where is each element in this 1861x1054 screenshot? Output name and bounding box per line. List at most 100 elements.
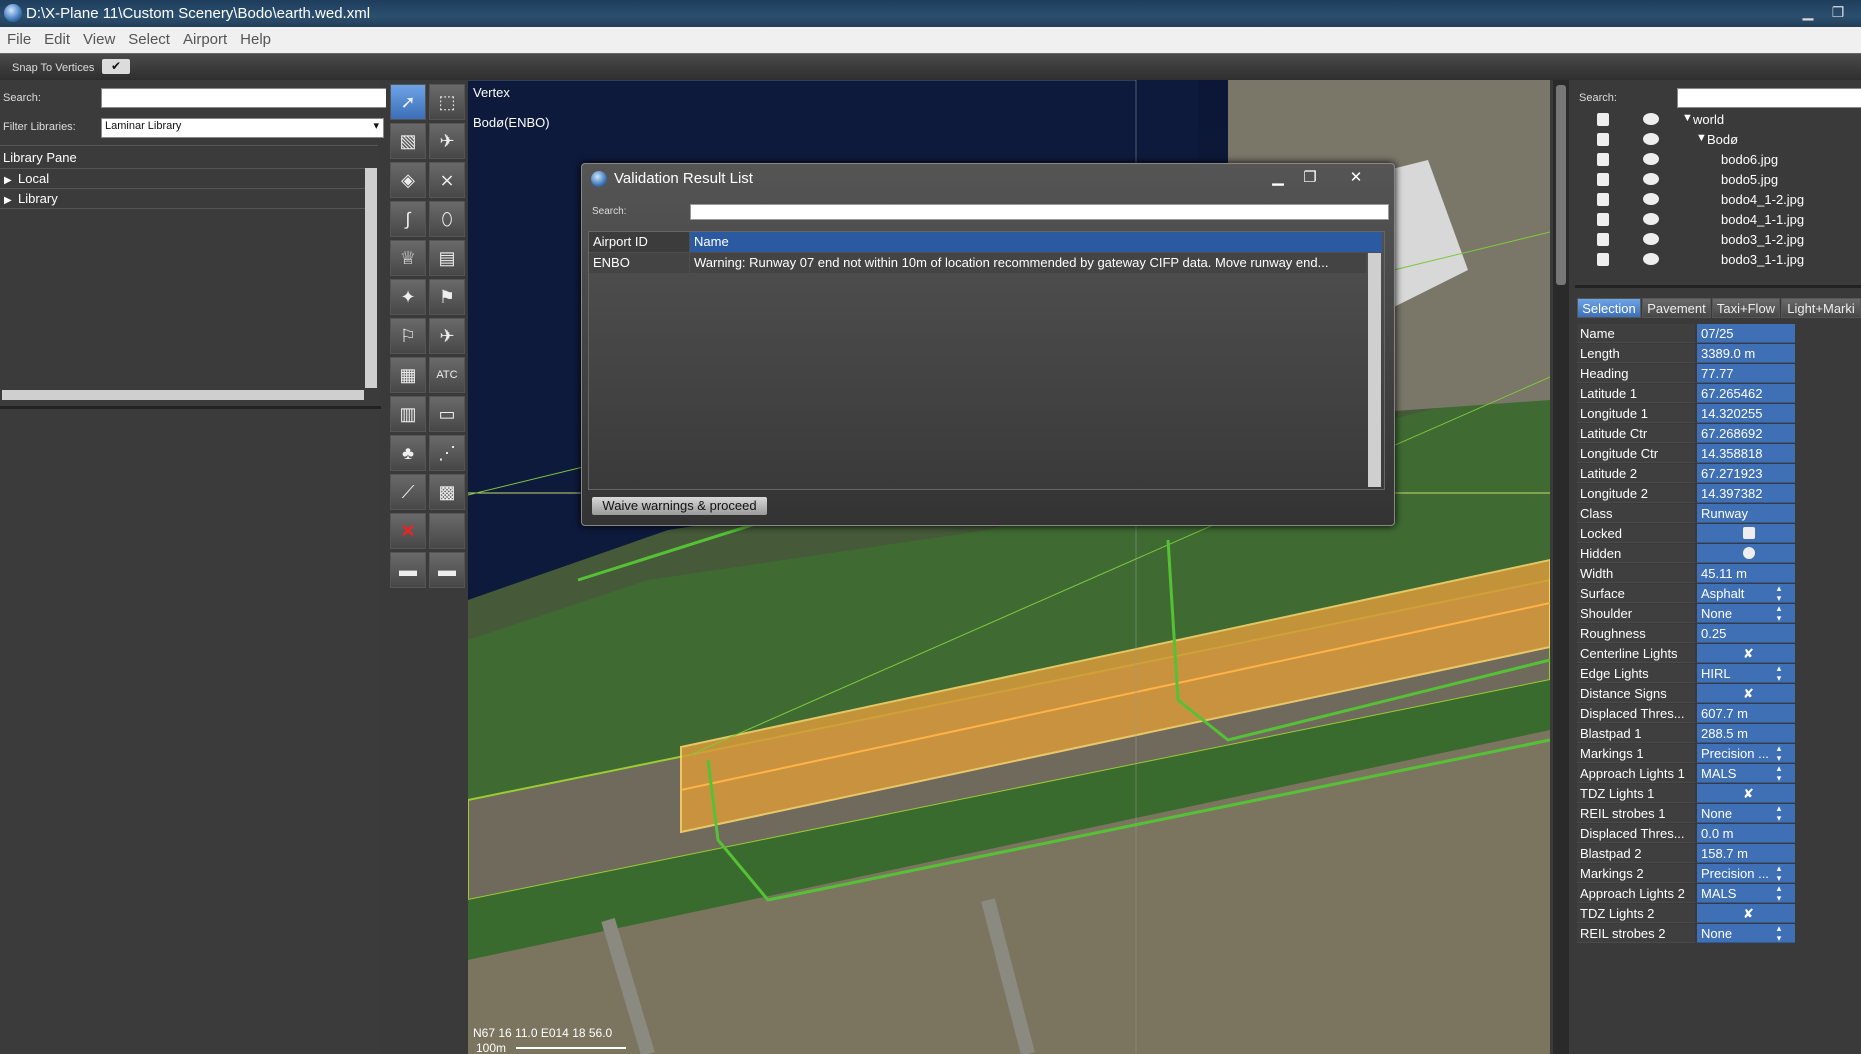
runway-icon[interactable]: ▧ xyxy=(390,123,426,159)
property-value[interactable]: 158.7 m xyxy=(1697,844,1795,863)
marquee-icon[interactable]: ⬚ xyxy=(429,84,465,120)
dialog-close-icon[interactable]: ✕ xyxy=(1342,168,1370,188)
property-value[interactable]: 07/25 xyxy=(1697,324,1795,343)
lock-icon[interactable] xyxy=(1597,253,1609,266)
lock-icon[interactable] xyxy=(1597,213,1609,226)
property-value[interactable]: 45.11 m xyxy=(1697,564,1795,583)
menu-select[interactable]: Select xyxy=(121,27,176,48)
col-header-airport-id[interactable]: Airport ID xyxy=(589,232,689,252)
property-value[interactable]: 14.397382 xyxy=(1697,484,1795,503)
property-value[interactable]: ✘ xyxy=(1697,784,1795,803)
lock-icon[interactable] xyxy=(1597,153,1609,166)
spinner-icon[interactable]: ▴▾ xyxy=(1770,884,1789,902)
taxi-route-icon[interactable]: ∫ xyxy=(390,201,426,237)
property-value[interactable]: 14.320255 xyxy=(1697,404,1795,423)
property-value[interactable]: HIRL ▴▾ xyxy=(1697,664,1795,683)
tab-light-markings[interactable]: Light+Marki xyxy=(1781,298,1861,318)
minimize-icon[interactable]: ▁ xyxy=(1796,2,1820,22)
dialog-maximize-icon[interactable]: ❐ xyxy=(1298,168,1322,188)
startup-icon[interactable]: ✈ xyxy=(429,318,465,354)
layer-row[interactable]: bodo6.jpg xyxy=(1575,150,1857,170)
layer-row[interactable]: bodo3_1-1.jpg xyxy=(1575,250,1857,270)
truck-icon[interactable]: ▬ xyxy=(390,552,426,588)
tree-item-library[interactable]: ▶ Library xyxy=(4,191,58,206)
layer-row[interactable]: bodo4_1-2.jpg xyxy=(1575,190,1857,210)
layer-row[interactable]: ▼ world xyxy=(1575,110,1857,130)
ramp-icon[interactable]: ⨯ xyxy=(429,162,465,198)
sign-icon[interactable]: ▤ xyxy=(429,240,465,276)
menu-edit[interactable]: Edit xyxy=(37,27,76,48)
property-value[interactable]: 288.5 m xyxy=(1697,724,1795,743)
dialog-search-input[interactable] xyxy=(690,204,1389,220)
maximize-icon[interactable]: ❐ xyxy=(1826,2,1850,22)
property-value[interactable]: 607.7 m xyxy=(1697,704,1795,723)
tower-icon[interactable]: ⚐ xyxy=(390,318,426,354)
lock-icon[interactable] xyxy=(1597,193,1609,206)
forest-icon[interactable]: ♣ xyxy=(390,435,426,471)
table-vscrollbar[interactable] xyxy=(1368,253,1381,487)
taxiway-icon[interactable]: ◈ xyxy=(390,162,426,198)
eye-icon[interactable] xyxy=(1643,113,1659,125)
property-value[interactable]: None ▴▾ xyxy=(1697,604,1795,623)
layer-row[interactable]: bodo3_1-2.jpg xyxy=(1575,230,1857,250)
property-value[interactable]: 0.0 m xyxy=(1697,824,1795,843)
cell-name[interactable]: Warning: Runway 07 end not within 10m of… xyxy=(690,253,1366,273)
expand-arrow-icon[interactable]: ▼ xyxy=(1696,132,1707,144)
facade-icon[interactable]: ▦ xyxy=(390,357,426,393)
menu-view[interactable]: View xyxy=(76,27,121,48)
spinner-icon[interactable]: ▴▾ xyxy=(1770,744,1789,762)
atc-icon[interactable]: ATC xyxy=(429,357,465,393)
layers-search-input[interactable] xyxy=(1677,88,1861,108)
scroll-thumb[interactable] xyxy=(1556,85,1566,285)
string-icon[interactable]: ⋰ xyxy=(429,435,465,471)
eye-icon[interactable] xyxy=(1643,153,1659,165)
property-value[interactable]: Precision ... ▴▾ xyxy=(1697,744,1795,763)
waive-warnings-button[interactable]: Waive warnings & proceed xyxy=(592,497,767,515)
property-value[interactable]: Asphalt ▴▾ xyxy=(1697,584,1795,603)
layer-row[interactable]: bodo5.jpg xyxy=(1575,170,1857,190)
menu-file[interactable]: File xyxy=(0,27,37,48)
helipad-icon[interactable]: ✈ xyxy=(429,123,465,159)
windsock-icon[interactable]: ⚑ xyxy=(429,279,465,315)
library-search-input[interactable] xyxy=(101,88,387,108)
lock-icon[interactable] xyxy=(1597,173,1609,186)
blank-icon[interactable] xyxy=(429,513,465,549)
property-value[interactable]: MALS ▴▾ xyxy=(1697,764,1795,783)
boundary-icon[interactable]: ⬯ xyxy=(429,201,465,237)
eye-icon[interactable] xyxy=(1643,213,1659,225)
eye-icon[interactable] xyxy=(1743,547,1755,559)
lock-icon[interactable] xyxy=(1597,113,1609,126)
eye-icon[interactable] xyxy=(1643,233,1659,245)
property-value[interactable]: 14.358818 xyxy=(1697,444,1795,463)
vertex-select-icon[interactable]: ➚ xyxy=(390,84,426,120)
tab-pavement[interactable]: Pavement xyxy=(1642,298,1711,318)
property-value[interactable]: ✘ xyxy=(1697,684,1795,703)
spinner-icon[interactable]: ▴▾ xyxy=(1770,584,1789,602)
menu-airport[interactable]: Airport xyxy=(176,27,233,48)
property-value[interactable] xyxy=(1697,524,1795,543)
property-value[interactable]: 67.265462 xyxy=(1697,384,1795,403)
col-header-name[interactable]: Name xyxy=(690,232,1382,252)
lock-icon[interactable] xyxy=(1743,527,1755,539)
tab-taxi-flow[interactable]: Taxi+Flow xyxy=(1712,298,1780,318)
property-value[interactable]: 0.25 xyxy=(1697,624,1795,643)
eye-icon[interactable] xyxy=(1643,193,1659,205)
snap-checkbox[interactable]: ✔ xyxy=(102,59,130,74)
expand-arrow-icon[interactable]: ▶ xyxy=(4,175,18,186)
polygon-icon[interactable]: ▭ xyxy=(429,396,465,432)
filter-libraries-select[interactable]: Laminar Library ▾ xyxy=(101,118,384,138)
property-value[interactable]: Precision ... ▴▾ xyxy=(1697,864,1795,883)
property-value[interactable]: ✘ xyxy=(1697,904,1795,923)
property-value[interactable]: ✘ xyxy=(1697,644,1795,663)
menu-help[interactable]: Help xyxy=(233,27,277,48)
object-icon[interactable]: ✦ xyxy=(390,279,426,315)
property-value[interactable]: None ▴▾ xyxy=(1697,804,1795,823)
spinner-icon[interactable]: ▴▾ xyxy=(1770,764,1789,782)
library-hscrollbar[interactable] xyxy=(2,390,364,400)
light-fixture-icon[interactable]: ♕ xyxy=(390,240,426,276)
expand-arrow-icon[interactable]: ▼ xyxy=(1682,112,1693,124)
tree-item-local[interactable]: ▶ Local xyxy=(4,171,49,186)
property-value[interactable]: 67.268692 xyxy=(1697,424,1795,443)
property-value[interactable]: 3389.0 m xyxy=(1697,344,1795,363)
dialog-minimize-icon[interactable]: ▁ xyxy=(1266,168,1290,188)
